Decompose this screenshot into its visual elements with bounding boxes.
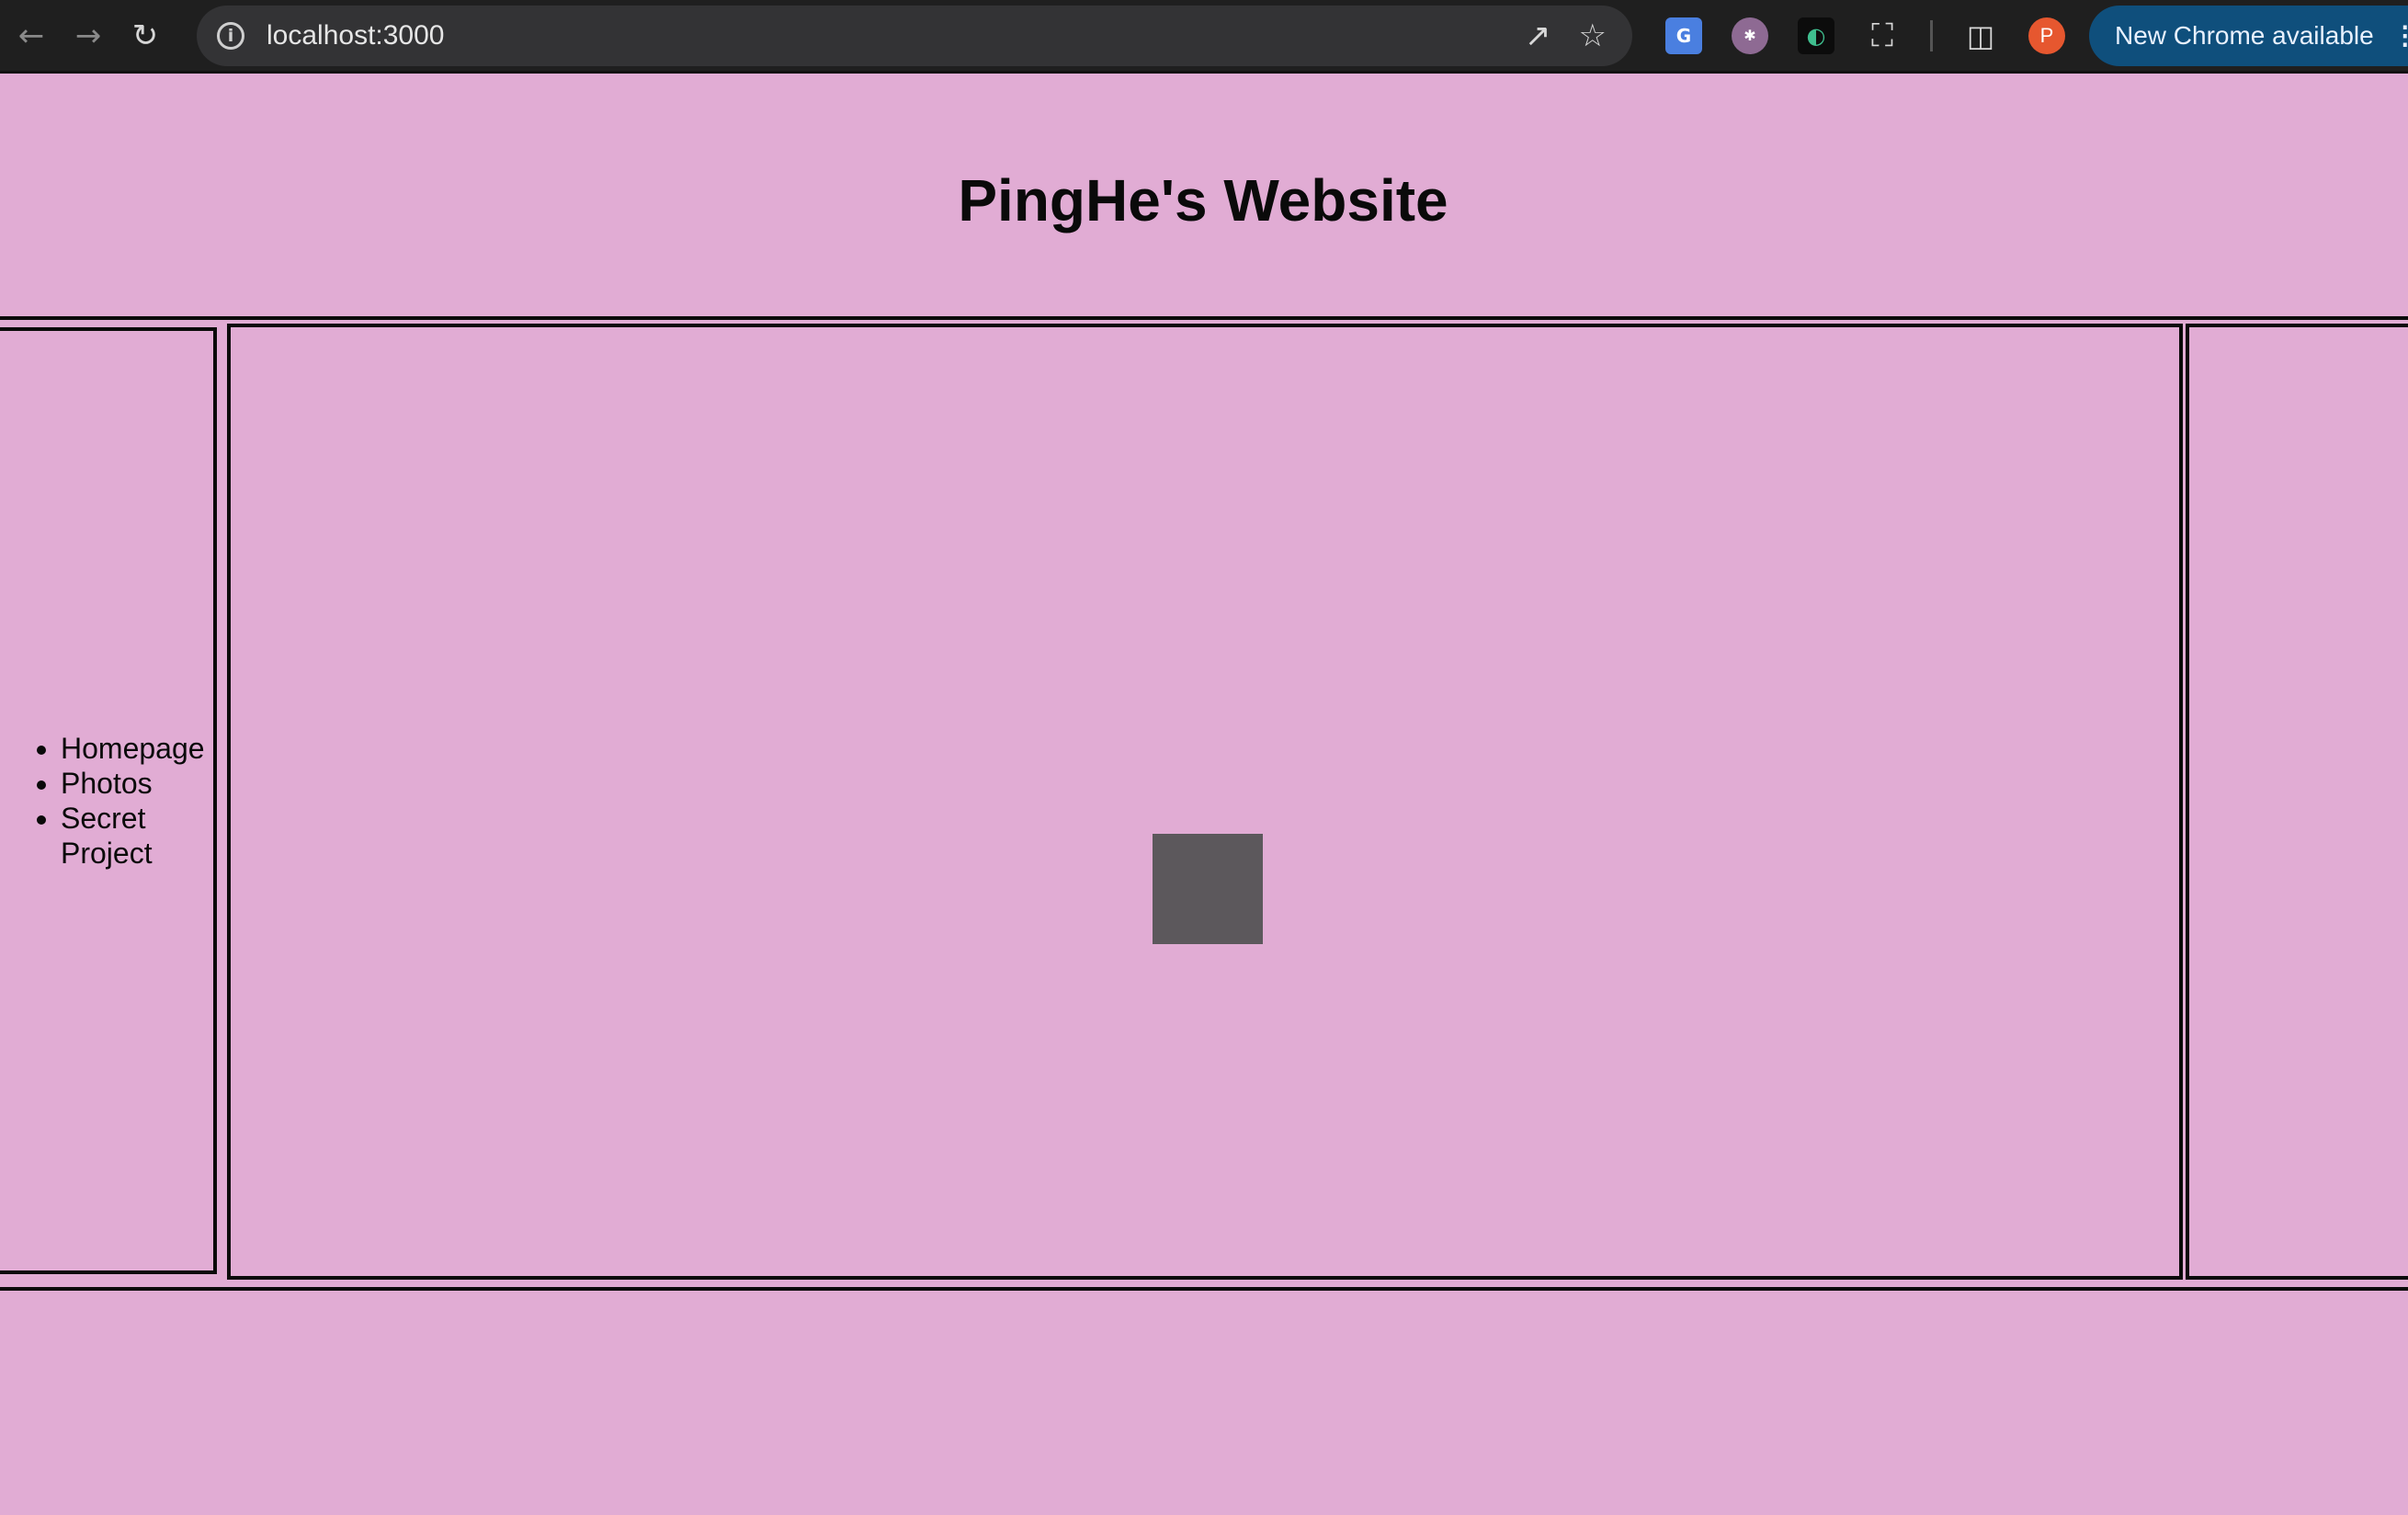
bug-extension-icon[interactable]: ✱ (1732, 17, 1768, 54)
right-side-panel (2186, 324, 2408, 1280)
forward-arrow-icon[interactable]: → (62, 10, 114, 62)
site-header: PingHe's Website (0, 85, 2408, 316)
main-content-panel (227, 324, 2183, 1280)
placeholder-square (1153, 834, 1263, 944)
address-bar[interactable]: i localhost:3000 ↗ ☆ (197, 5, 1632, 66)
profile-avatar[interactable]: P (2028, 17, 2065, 54)
nav-item-photos[interactable]: Photos (61, 766, 213, 801)
open-external-icon[interactable]: ↗ (1525, 17, 1551, 54)
site-info-icon[interactable]: i (217, 21, 244, 50)
page-title: PingHe's Website (958, 167, 1448, 234)
page: PingHe's Website Homepage Photos Secret … (0, 85, 2408, 1515)
bookmark-star-icon[interactable]: ☆ (1579, 17, 1607, 54)
side-panel-icon[interactable]: ◫ (1962, 17, 1999, 54)
url-text[interactable]: localhost:3000 (267, 20, 1497, 51)
nav-list: Homepage Photos Secret Project (0, 731, 213, 871)
update-chrome-button[interactable]: New Chrome available ⋮ (2089, 5, 2408, 66)
toolbar-divider (1930, 19, 1933, 51)
update-label: New Chrome available (2115, 20, 2374, 50)
browser-toolbar: ← → ↻ i localhost:3000 ↗ ☆ G ✱ ◐ ⛶ ◫ P N… (0, 0, 2408, 74)
header-divider (0, 316, 2408, 320)
back-arrow-icon[interactable]: ← (6, 10, 57, 62)
dinosaur-extension-icon[interactable]: ◐ (1798, 17, 1834, 54)
sidebar: Homepage Photos Secret Project (0, 327, 217, 1274)
google-translate-icon[interactable]: G (1665, 17, 1702, 54)
reload-icon[interactable]: ↻ (119, 10, 171, 62)
extensions-area: G ✱ ◐ ⛶ ◫ P (1651, 17, 2065, 54)
nav-item-homepage[interactable]: Homepage (61, 731, 213, 766)
nav-item-secret-project[interactable]: Secret Project (61, 801, 213, 871)
puzzle-icon[interactable]: ⛶ (1864, 17, 1901, 54)
vertical-dots-icon[interactable]: ⋮ (2392, 20, 2408, 51)
footer-divider (0, 1287, 2408, 1291)
